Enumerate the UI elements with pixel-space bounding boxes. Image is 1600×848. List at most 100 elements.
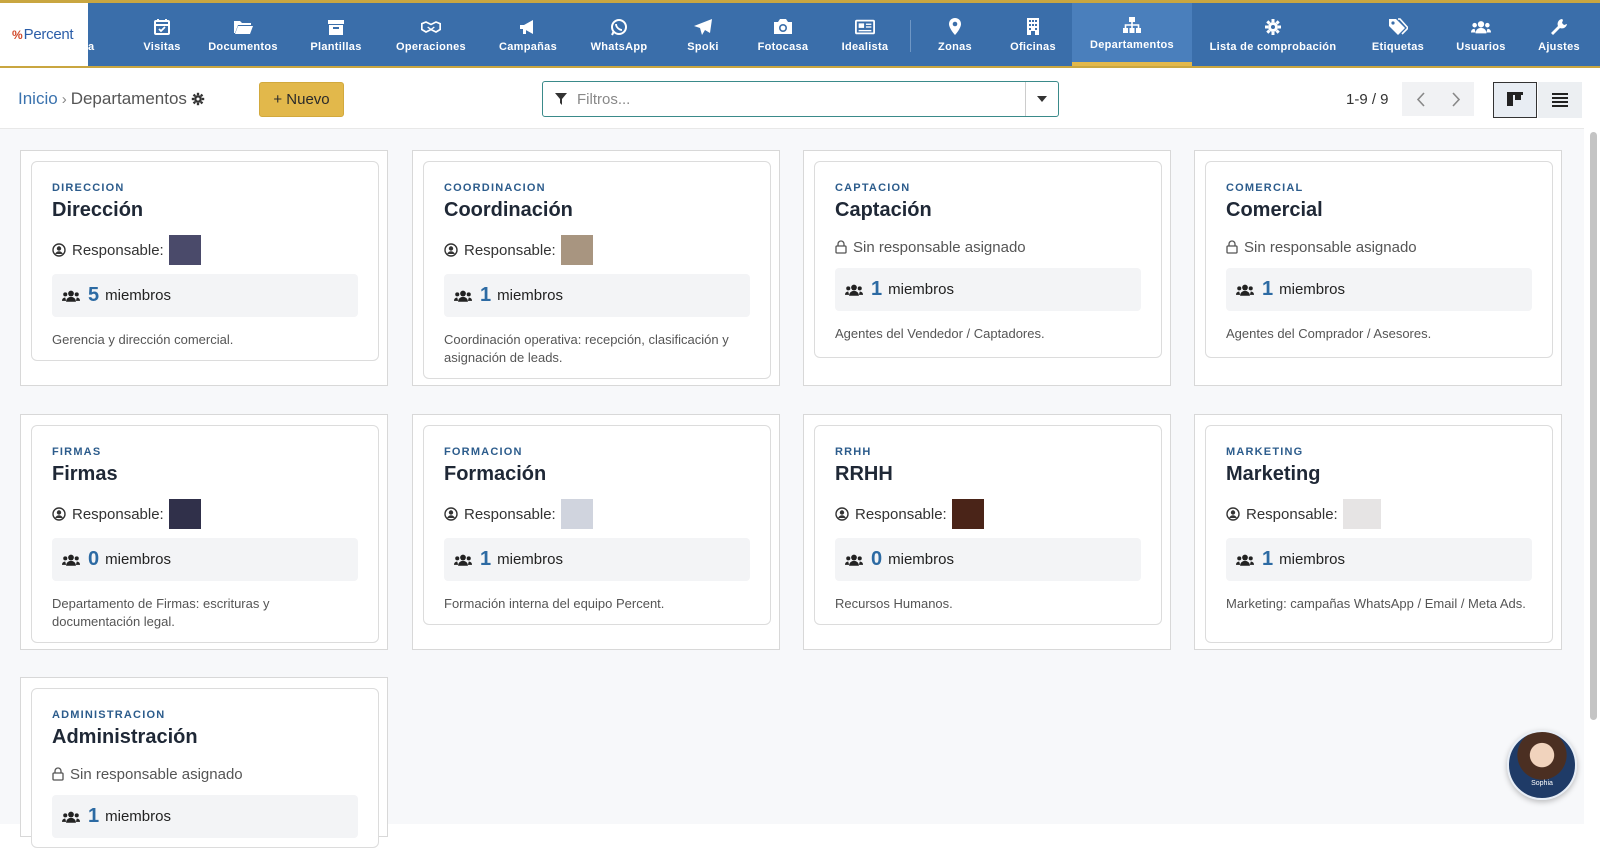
responsable-label: Responsable: [464, 505, 556, 523]
members-box: 0 miembros [52, 538, 358, 581]
logo-mark-icon: % [12, 27, 23, 42]
nav-item-idealista[interactable]: Idealista [834, 3, 896, 66]
responsable-label: Responsable: [72, 241, 164, 259]
new-button[interactable]: + Nuevo [259, 82, 344, 117]
department-code: DIRECCION [52, 182, 125, 194]
nav-item-plantillas[interactable]: Plantillas [302, 3, 370, 66]
control-panel: Inicio › Departamentos + Nuevo 1-9 / 9 [0, 68, 1600, 128]
list-icon [1552, 93, 1568, 107]
users-icon [454, 289, 472, 303]
nav-item-campanas[interactable]: Campañas [492, 3, 564, 66]
nav-label: Idealista [841, 40, 889, 53]
next-page-button[interactable] [1438, 82, 1474, 116]
brand-name: Percent [23, 26, 74, 43]
department-card[interactable]: RRHH RRHH Responsable: 0 miembros Recurs… [803, 414, 1171, 650]
members-count: 1 [88, 805, 100, 827]
responsable-avatar [1342, 499, 1381, 529]
members-box: 1 miembros [1226, 538, 1532, 581]
department-code: CAPTACION [835, 182, 911, 194]
handshake-icon [421, 17, 441, 37]
breadcrumb-separator: › [61, 90, 67, 108]
lock-icon [835, 240, 847, 254]
pager-value: 1-9 / 9 [1346, 91, 1389, 108]
department-description: Marketing: campañas WhatsApp / Email / M… [1226, 596, 1526, 611]
nav-item-oficinas[interactable]: Oficinas [1003, 3, 1063, 66]
list-view-button[interactable] [1538, 82, 1582, 118]
members-label: miembros [1279, 551, 1345, 568]
calendar-check-icon [152, 17, 172, 37]
breadcrumb: Inicio › Departamentos [18, 89, 205, 109]
chevron-down-icon[interactable] [1025, 82, 1058, 116]
nav-item-usuarios[interactable]: Usuarios [1449, 3, 1513, 66]
kanban-view-button[interactable] [1493, 82, 1537, 118]
assistant-label: Sophia [1531, 780, 1553, 787]
department-code: FIRMAS [52, 446, 102, 458]
responsable-label: Responsable: [72, 505, 164, 523]
previous-page-button[interactable] [1402, 82, 1438, 116]
filter-icon [555, 93, 567, 105]
responsable-avatar [560, 235, 593, 265]
user-circle-icon [835, 507, 849, 521]
department-description: Gerencia y dirección comercial. [52, 332, 234, 347]
wrench-icon [1549, 17, 1569, 37]
search-box [542, 81, 1059, 117]
members-label: miembros [105, 287, 171, 304]
nav-label: Campañas [498, 40, 558, 53]
nav-item-departamentos[interactable]: Departamentos [1072, 3, 1192, 66]
kanban-icon [1507, 92, 1523, 108]
nav-item-visitas[interactable]: Visitas [130, 3, 194, 66]
users-icon [62, 810, 80, 824]
members-label: miembros [888, 551, 954, 568]
responsable-avatar [951, 499, 984, 529]
department-responsable: Responsable: [444, 499, 750, 529]
members-box: 5 miembros [52, 274, 358, 317]
users-icon [62, 553, 80, 567]
department-card[interactable]: CAPTACION Captación Sin responsable asig… [803, 150, 1171, 386]
user-circle-icon [52, 507, 66, 521]
responsable-label: Responsable: [464, 241, 556, 259]
department-name: Captación [835, 199, 932, 221]
members-box: 1 miembros [444, 274, 750, 317]
gear-icon[interactable] [191, 92, 205, 106]
department-card[interactable]: DIRECCION Dirección Responsable: 5 miemb… [20, 150, 388, 386]
department-card[interactable]: COORDINACION Coordinación Responsable: 1… [412, 150, 780, 386]
department-name: Administración [52, 726, 198, 748]
members-count: 0 [871, 548, 883, 570]
department-card[interactable]: MARKETING Marketing Responsable: 1 miemb… [1194, 414, 1562, 650]
newspaper-icon [855, 17, 875, 37]
nav-item-partial-label[interactable]: a [88, 41, 94, 53]
brand-logo[interactable]: % Percent [0, 3, 88, 66]
nav-item-zonas[interactable]: Zonas [930, 3, 980, 66]
members-count: 1 [480, 548, 492, 570]
department-no-responsable: Sin responsable asignado [1226, 236, 1532, 258]
department-card[interactable]: COMERCIAL Comercial Sin responsable asig… [1194, 150, 1562, 386]
nav-label: Usuarios [1456, 40, 1506, 53]
department-card[interactable]: FORMACION Formación Responsable: 1 miemb… [412, 414, 780, 650]
nav-item-etiquetas[interactable]: Etiquetas [1367, 3, 1429, 66]
no-responsable-label: Sin responsable asignado [853, 238, 1026, 256]
nav-item-operaciones[interactable]: Operaciones [388, 3, 474, 66]
department-name: Coordinación [444, 199, 573, 221]
nav-item-whatsapp[interactable]: WhatsApp [584, 3, 654, 66]
department-card[interactable]: ADMINISTRACION Administración Sin respon… [20, 677, 388, 848]
department-code: FORMACION [444, 446, 523, 458]
nav-label: Ajustes [1538, 40, 1580, 53]
members-count: 5 [88, 284, 100, 306]
nav-label: Lista de comprobación [1209, 40, 1337, 53]
department-description: Departamento de Firmas: escrituras y doc… [52, 596, 270, 629]
nav-item-lista-comprobacion[interactable]: Lista de comprobación [1203, 3, 1343, 66]
assistant-avatar[interactable]: Sophia [1507, 730, 1577, 800]
top-nav-bar: % Percent a Visitas Documentos Plantilla… [0, 0, 1600, 68]
nav-item-fotocasa[interactable]: Fotocasa [750, 3, 816, 66]
nav-item-ajustes[interactable]: Ajustes [1534, 3, 1584, 66]
department-name: Firmas [52, 463, 118, 485]
members-box: 1 miembros [835, 268, 1141, 311]
breadcrumb-home-link[interactable]: Inicio [18, 89, 58, 109]
search-input[interactable] [575, 89, 1025, 109]
nav-item-spoki[interactable]: Spoki [678, 3, 728, 66]
nav-item-documentos[interactable]: Documentos [203, 3, 283, 66]
department-card[interactable]: FIRMAS Firmas Responsable: 0 miembros De… [20, 414, 388, 650]
department-name: Dirección [52, 199, 144, 221]
scrollbar-thumb[interactable] [1590, 132, 1597, 720]
sitemap-icon [1122, 15, 1142, 35]
